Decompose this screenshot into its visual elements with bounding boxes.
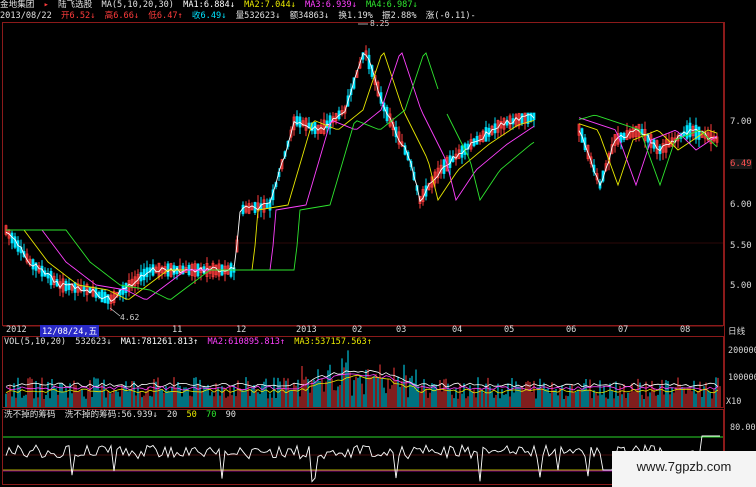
indicator-title[interactable]: 洗不掉的筹码	[4, 410, 56, 420]
candle-body	[685, 125, 689, 139]
ma-line-3	[6, 52, 718, 300]
time-label-08: 08	[680, 325, 691, 335]
vol-value: 532623↓	[75, 337, 112, 347]
ma-line-4	[6, 52, 718, 300]
current-price: 6.49	[730, 159, 752, 169]
candle-body	[100, 289, 104, 303]
level-50: 50	[186, 410, 197, 420]
level-90: 90	[225, 410, 236, 420]
candle-body	[475, 135, 479, 145]
indicator-value: 洗不掉的筹码:56.939↓	[64, 410, 158, 420]
candle-body	[493, 123, 497, 134]
candle-body	[520, 113, 524, 124]
price-label-5.00: 5.00	[730, 281, 752, 291]
time-label-2012: 2012	[6, 325, 27, 335]
candle-body	[265, 203, 269, 208]
indicator-axis-80: 80.00	[730, 423, 756, 433]
level-70: 70	[206, 410, 217, 420]
candle-body	[13, 236, 17, 248]
vol-axis-200000: 200000	[728, 346, 756, 356]
candle-body	[460, 145, 464, 158]
candle-body	[697, 126, 701, 140]
candle-body	[142, 268, 146, 281]
current-price-tag: 6.49	[730, 159, 752, 169]
price-label-5.50: 5.50	[730, 241, 752, 251]
low-marker	[109, 307, 121, 317]
period-label[interactable]: 日线	[728, 325, 745, 337]
time-label-06: 06	[566, 325, 577, 335]
ma-line-2	[6, 52, 718, 300]
candle-body	[121, 285, 125, 295]
watermark-box: www.7gpzb.com	[612, 451, 756, 487]
vol-label[interactable]: VOL(5,10,20)	[4, 337, 66, 347]
vol-ma1: MA1:781261.813↑	[120, 337, 199, 347]
time-label-11: 11	[172, 325, 183, 335]
time-label-03: 03	[396, 325, 407, 335]
candle-body	[40, 265, 44, 277]
indicator-header: 洗不掉的筹码 洗不掉的筹码:56.939↓ 20 50 70 90	[4, 410, 240, 421]
time-label-2013: 2013	[296, 325, 317, 335]
price-label-7.00: 7.00	[730, 117, 752, 127]
time-label-12: 12	[236, 325, 247, 335]
watermark-text: www.7gpzb.com	[636, 459, 732, 474]
candle-body	[151, 264, 155, 276]
time-label-04: 04	[452, 325, 463, 335]
time-label-05: 05	[504, 325, 515, 335]
vol-ma3: MA3:537157.563↑	[294, 337, 372, 347]
candle-body	[31, 259, 35, 270]
level-20: 20	[166, 410, 178, 420]
time-label-02: 02	[352, 325, 363, 335]
price-label-6.00: 6.00	[730, 200, 752, 210]
candle-body	[532, 112, 536, 121]
candle-body	[622, 132, 626, 140]
time-label-07: 07	[618, 325, 629, 335]
vol-axis-unit: X10	[726, 397, 742, 407]
ma-line-1	[5, 52, 718, 303]
low-marker-label: 4.62	[120, 313, 140, 322]
candle-body	[298, 116, 302, 128]
volume-header: VOL(5,10,20) 532623↓ MA1:781261.813↑ MA2…	[4, 337, 376, 348]
candle-body	[64, 280, 68, 292]
candle-body	[529, 112, 533, 122]
vol-ma2: MA2:610895.813↑	[207, 337, 286, 347]
vol-axis-100000: 100000	[728, 373, 756, 383]
high-marker-label: 8.25	[370, 19, 390, 28]
candle-body	[145, 267, 149, 278]
time-cursor-label: 12/08/24,五	[40, 325, 100, 337]
